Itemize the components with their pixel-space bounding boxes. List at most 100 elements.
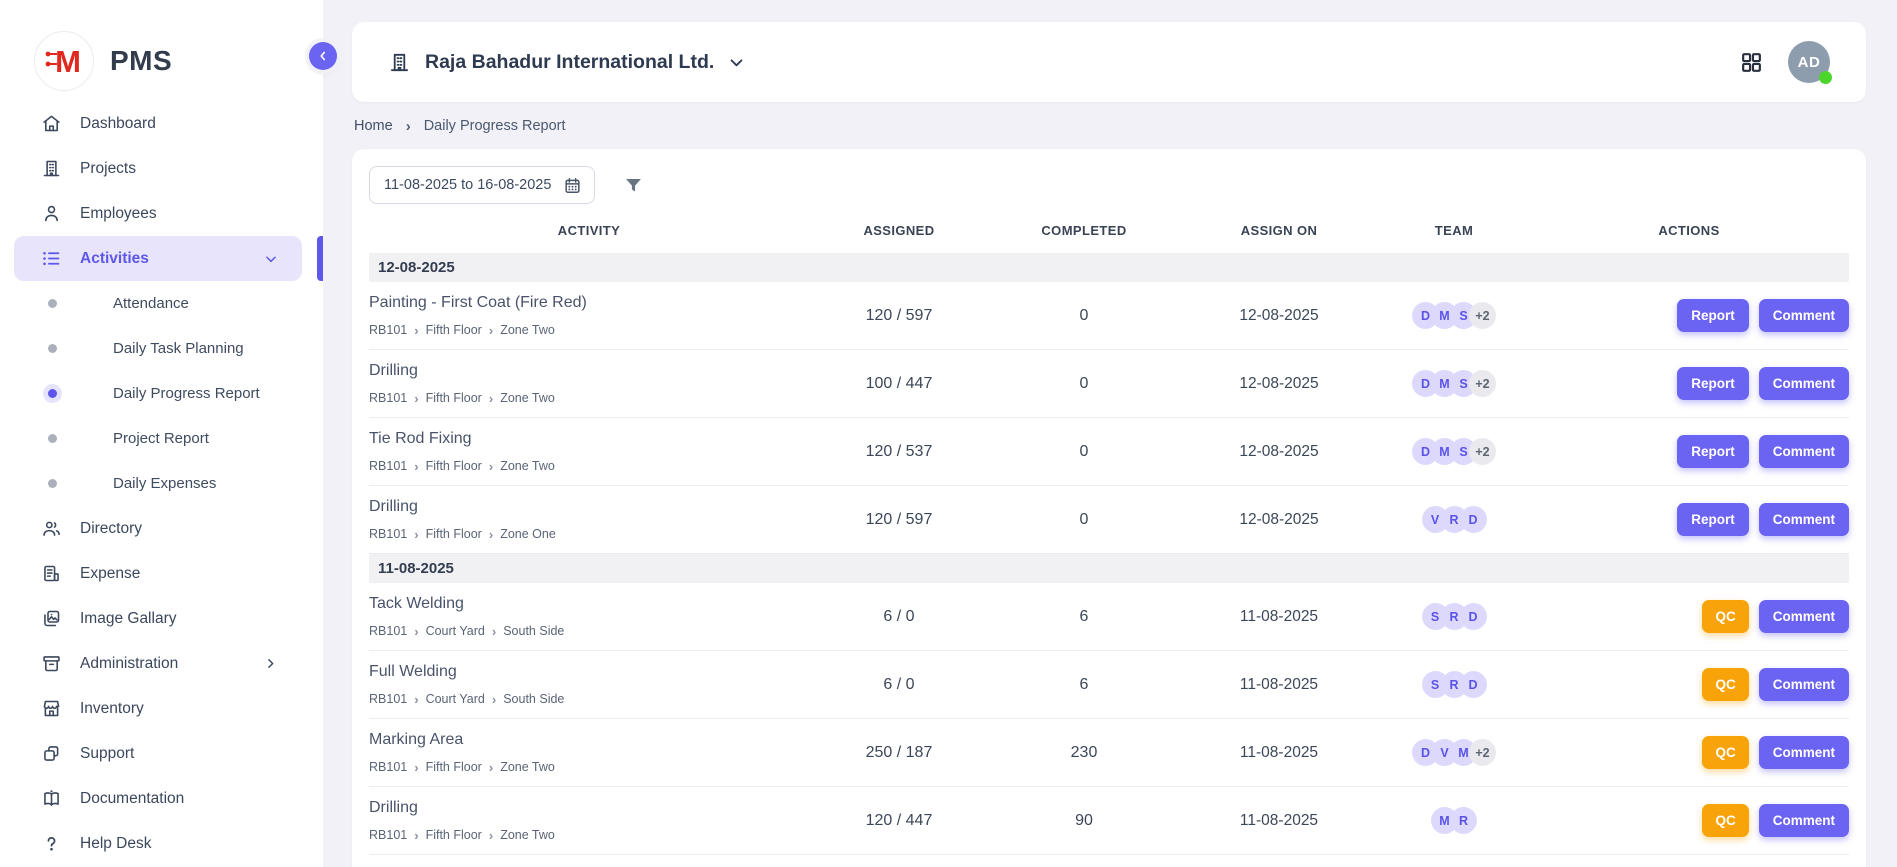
qc-button[interactable]: QC bbox=[1702, 600, 1748, 633]
actions-cell: QC Comment bbox=[1529, 736, 1849, 769]
sidebar-subitem-project-report[interactable]: Project Report bbox=[0, 416, 323, 461]
chevron-separator-icon: › bbox=[492, 693, 496, 706]
breadcrumb: Home › Daily Progress Report bbox=[354, 118, 1866, 134]
team-extra-badge[interactable]: +2 bbox=[1469, 302, 1496, 329]
path-segment: Fifth Floor bbox=[426, 323, 482, 337]
path-segment: Zone Two bbox=[500, 323, 555, 337]
sidebar-nav: Dashboard Projects Employees Activities bbox=[0, 101, 323, 866]
chevron-separator-icon: › bbox=[414, 625, 418, 638]
team-avatars: SRD bbox=[1379, 603, 1529, 630]
sidebar-item-label: Administration bbox=[80, 655, 178, 673]
report-button[interactable]: Report bbox=[1677, 367, 1749, 400]
chevron-left-icon bbox=[317, 50, 329, 62]
report-button[interactable]: Report bbox=[1677, 299, 1749, 332]
report-button[interactable]: Report bbox=[1677, 435, 1749, 468]
comment-button[interactable]: Comment bbox=[1759, 367, 1849, 400]
apps-grid-button[interactable] bbox=[1739, 50, 1764, 75]
comment-button[interactable]: Comment bbox=[1759, 804, 1849, 837]
team-member-badge[interactable]: D bbox=[1460, 603, 1487, 630]
breadcrumb-home-link[interactable]: Home bbox=[354, 118, 393, 134]
filter-button[interactable] bbox=[623, 175, 644, 196]
qc-button[interactable]: QC bbox=[1702, 804, 1748, 837]
comment-button[interactable]: Comment bbox=[1759, 600, 1849, 633]
sidebar-item-dashboard[interactable]: Dashboard bbox=[0, 101, 323, 146]
path-segment: RB101 bbox=[369, 692, 407, 706]
column-header-team: TEAM bbox=[1379, 223, 1529, 238]
date-range-value: 11-08-2025 to 16-08-2025 bbox=[384, 177, 551, 193]
bullet-dot-icon bbox=[48, 434, 57, 443]
user-menu[interactable]: AD bbox=[1788, 41, 1830, 83]
company-selector[interactable]: Raja Bahadur International Ltd. bbox=[388, 51, 745, 74]
funnel-icon bbox=[623, 175, 644, 196]
bullet-dot-icon bbox=[48, 299, 57, 308]
column-header-assigned: ASSIGNED bbox=[809, 223, 989, 238]
completed-value: 0 bbox=[989, 443, 1179, 461]
path-segment: South Side bbox=[503, 624, 564, 638]
team-member-badge[interactable]: D bbox=[1460, 671, 1487, 698]
sidebar-subitem-daily-task-planning[interactable]: Daily Task Planning bbox=[0, 326, 323, 371]
chevron-separator-icon: › bbox=[489, 460, 493, 473]
bullet-dot-icon bbox=[48, 389, 57, 398]
topbar-right: AD bbox=[1739, 41, 1830, 83]
copy-icon bbox=[40, 743, 62, 765]
team-extra-badge[interactable]: +2 bbox=[1469, 438, 1496, 465]
path-segment: Fifth Floor bbox=[426, 760, 482, 774]
image-gallery-icon bbox=[40, 608, 62, 630]
activity-path: RB101›Court Yard›South Side bbox=[369, 624, 809, 638]
comment-button[interactable]: Comment bbox=[1759, 435, 1849, 468]
team-avatars: DVM+2 bbox=[1379, 739, 1529, 766]
sidebar-item-employees[interactable]: Employees bbox=[0, 191, 323, 236]
activity-title: Drilling bbox=[369, 799, 809, 817]
sidebar-item-directory[interactable]: Directory bbox=[0, 506, 323, 551]
online-status-dot bbox=[1819, 71, 1832, 84]
activity-title: Drilling bbox=[369, 362, 809, 380]
sidebar-item-activities[interactable]: Activities bbox=[14, 236, 302, 281]
column-header-actions: ACTIONS bbox=[1529, 223, 1849, 238]
path-segment: South Side bbox=[503, 692, 564, 706]
sidebar-item-support[interactable]: Support bbox=[0, 731, 323, 776]
sidebar-item-expense[interactable]: Expense bbox=[0, 551, 323, 596]
team-member-badge[interactable]: R bbox=[1450, 807, 1477, 834]
team-member-badge[interactable]: D bbox=[1460, 506, 1487, 533]
building-icon bbox=[388, 51, 411, 74]
chevron-separator-icon: › bbox=[414, 460, 418, 473]
sidebar-subitem-daily-progress-report[interactable]: Daily Progress Report bbox=[0, 371, 323, 416]
path-segment: Fifth Floor bbox=[426, 391, 482, 405]
app-logo[interactable]: M PMS bbox=[0, 0, 323, 101]
sidebar-item-image-gallery[interactable]: Image Gallary bbox=[0, 596, 323, 641]
activity-path: RB101›Fifth Floor›Zone Two bbox=[369, 323, 809, 337]
comment-button[interactable]: Comment bbox=[1759, 299, 1849, 332]
sidebar-collapse-button[interactable] bbox=[309, 42, 337, 70]
sidebar-subitem-label: Attendance bbox=[113, 295, 189, 312]
qc-button[interactable]: QC bbox=[1702, 736, 1748, 769]
team-extra-badge[interactable]: +2 bbox=[1469, 739, 1496, 766]
sidebar-item-inventory[interactable]: Inventory bbox=[0, 686, 323, 731]
sidebar-item-label: Dashboard bbox=[80, 115, 156, 133]
path-segment: Zone Two bbox=[500, 828, 555, 842]
comment-button[interactable]: Comment bbox=[1759, 503, 1849, 536]
qc-button[interactable]: QC bbox=[1702, 668, 1748, 701]
sidebar-item-help-desk[interactable]: Help Desk bbox=[0, 821, 323, 866]
actions-cell: Report Comment bbox=[1529, 367, 1849, 400]
assigned-value: 6 / 0 bbox=[809, 608, 989, 626]
path-segment: Zone One bbox=[500, 527, 556, 541]
assigned-value: 120 / 447 bbox=[809, 812, 989, 830]
team-extra-badge[interactable]: +2 bbox=[1469, 370, 1496, 397]
report-button[interactable]: Report bbox=[1677, 503, 1749, 536]
comment-button[interactable]: Comment bbox=[1759, 668, 1849, 701]
sidebar-item-label: Support bbox=[80, 745, 134, 763]
chevron-separator-icon: › bbox=[406, 119, 411, 134]
sidebar-subitem-attendance[interactable]: Attendance bbox=[0, 281, 323, 326]
date-range-picker[interactable]: 11-08-2025 to 16-08-2025 bbox=[369, 166, 595, 204]
chevron-separator-icon: › bbox=[489, 324, 493, 337]
svg-text:M: M bbox=[55, 44, 81, 79]
comment-button[interactable]: Comment bbox=[1759, 736, 1849, 769]
chevron-down-icon bbox=[264, 252, 278, 266]
active-section-indicator bbox=[317, 236, 323, 281]
sidebar-subitem-daily-expenses[interactable]: Daily Expenses bbox=[0, 461, 323, 506]
sidebar-item-administration[interactable]: Administration bbox=[0, 641, 323, 686]
sidebar-item-documentation[interactable]: Documentation bbox=[0, 776, 323, 821]
sidebar-item-projects[interactable]: Projects bbox=[0, 146, 323, 191]
bullet-dot-icon bbox=[48, 479, 57, 488]
activity-cell: DrillingRB101›Fifth Floor›Zone One bbox=[369, 498, 809, 541]
